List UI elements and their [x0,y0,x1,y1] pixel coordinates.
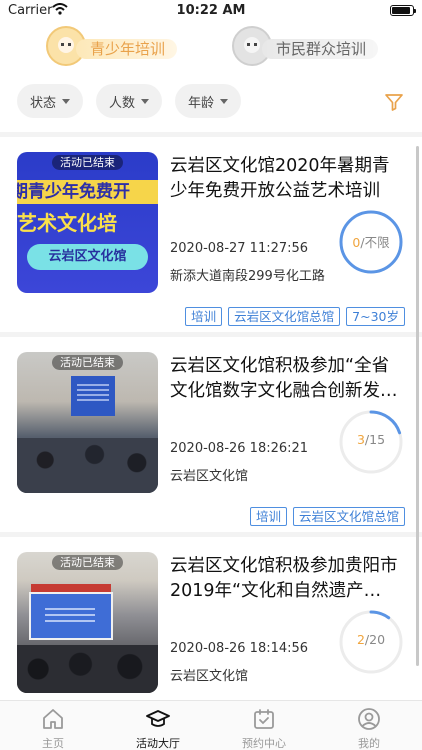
activity-card[interactable]: 活动已结束 云岩区文化馆积极参加“全省文化馆数字文化融合创新发展培训” 2020… [0,337,422,537]
caret-down-icon [141,98,149,104]
poster-line: 期青少年免费开 [17,180,158,204]
activity-photo: 活动已结束 [17,352,158,493]
activity-photo: 活动已结束 [17,552,158,693]
poster-line: 云岩区文化馆 [27,244,148,270]
filter-status-label: 状态 [29,95,56,111]
enrollment-ring: 3/15 [338,409,404,475]
user-icon [358,708,380,730]
ended-badge: 活动已结束 [52,155,123,170]
tab-home[interactable]: 主页 [13,705,93,750]
activity-list[interactable]: 活动已结束 期青少年免费开 艺术文化培 云岩区文化馆 云岩区文化馆2020年暑期… [0,137,422,700]
enrolled-count: 3 [356,432,365,447]
category-tabs: 青少年培训 市民群众培训 [0,22,422,72]
capacity-text: /15 [364,432,386,447]
activity-title: 云岩区文化馆2020年暑期青少年免费开放公益艺术培训 [170,156,390,201]
tag-list: 培训 云岩区文化馆总馆 7~30岁 [185,307,405,326]
activity-card[interactable]: 活动已结束 期青少年免费开 艺术文化培 云岩区文化馆 云岩区文化馆2020年暑期… [0,137,422,337]
ended-badge: 活动已结束 [52,355,123,370]
capacity-text: /20 [364,632,386,647]
activity-address: 云岩区文化馆 [170,469,249,484]
clock: 10:22 AM [176,3,246,18]
filter-age-label: 年龄 [187,95,214,111]
tab-home-label: 主页 [42,737,64,750]
tag-list: 培训 云岩区文化馆总馆 [249,507,405,526]
home-icon [43,709,63,729]
tag: 云岩区文化馆总馆 [292,507,405,526]
filter-status-dropdown[interactable]: 状态 [17,84,83,118]
tag: 培训 [249,507,287,526]
filter-people-dropdown[interactable]: 人数 [96,84,162,118]
tag: 7~30岁 [346,307,405,326]
tab-mine-label: 我的 [358,737,380,750]
tab-booking-label: 预约中心 [242,737,286,750]
activity-datetime: 2020-08-26 18:14:56 [170,641,309,656]
activity-title: 云岩区文化馆积极参加贵阳市2019年“文化和自然遗产日”培训 [170,556,398,601]
caret-down-icon [62,98,70,104]
enrolled-count: 2 [356,632,365,647]
tag: 云岩区文化馆总馆 [228,307,341,326]
filter-age-dropdown[interactable]: 年龄 [175,84,241,118]
battery-icon [390,5,416,16]
tab-booking-center[interactable]: 预约中心 [224,705,304,750]
tag: 培训 [185,307,223,326]
filter-people-label: 人数 [108,95,135,111]
tab-youth-label: 青少年培训 [76,39,178,59]
activity-datetime: 2020-08-27 11:27:56 [170,241,309,256]
tab-activity-label: 活动大厅 [136,737,180,750]
tab-citizen-label: 市民群众培训 [262,39,379,59]
activity-title: 云岩区文化馆积极参加“全省文化馆数字文化融合创新发展培训” [170,356,398,401]
activity-datetime: 2020-08-26 18:26:21 [170,441,309,456]
tab-youth-training[interactable]: 青少年培训 [46,26,196,66]
caret-down-icon [220,98,228,104]
status-bar: Carrier 10:22 AM [0,0,422,22]
enrollment-ring: 2/20 [338,609,404,675]
tab-mine[interactable]: 我的 [329,705,409,750]
filter-bar: 状态 人数 年龄 [0,84,422,120]
capacity-text: /不限 [360,235,390,250]
calendar-check-icon [254,709,274,729]
graduation-cap-icon [146,710,170,727]
activity-poster: 活动已结束 期青少年免费开 艺术文化培 云岩区文化馆 [17,152,158,293]
funnel-filter-icon[interactable] [384,92,404,112]
poster-line: 艺术文化培 [17,211,117,235]
ended-badge: 活动已结束 [52,555,123,570]
scrollbar[interactable] [416,146,419,666]
activity-card[interactable]: 活动已结束 云岩区文化馆积极参加贵阳市2019年“文化和自然遗产日”培训 202… [0,537,422,700]
tab-citizen-training[interactable]: 市民群众培训 [232,26,392,66]
activity-address: 新添大道南段299号化工路 [170,269,325,284]
bottom-tab-bar: 主页 活动大厅 预约中心 我的 [0,700,422,750]
tab-activity-hall[interactable]: 活动大厅 [118,705,198,750]
activity-address: 云岩区文化馆 [170,669,249,684]
enrollment-ring: 0/不限 [338,209,404,275]
